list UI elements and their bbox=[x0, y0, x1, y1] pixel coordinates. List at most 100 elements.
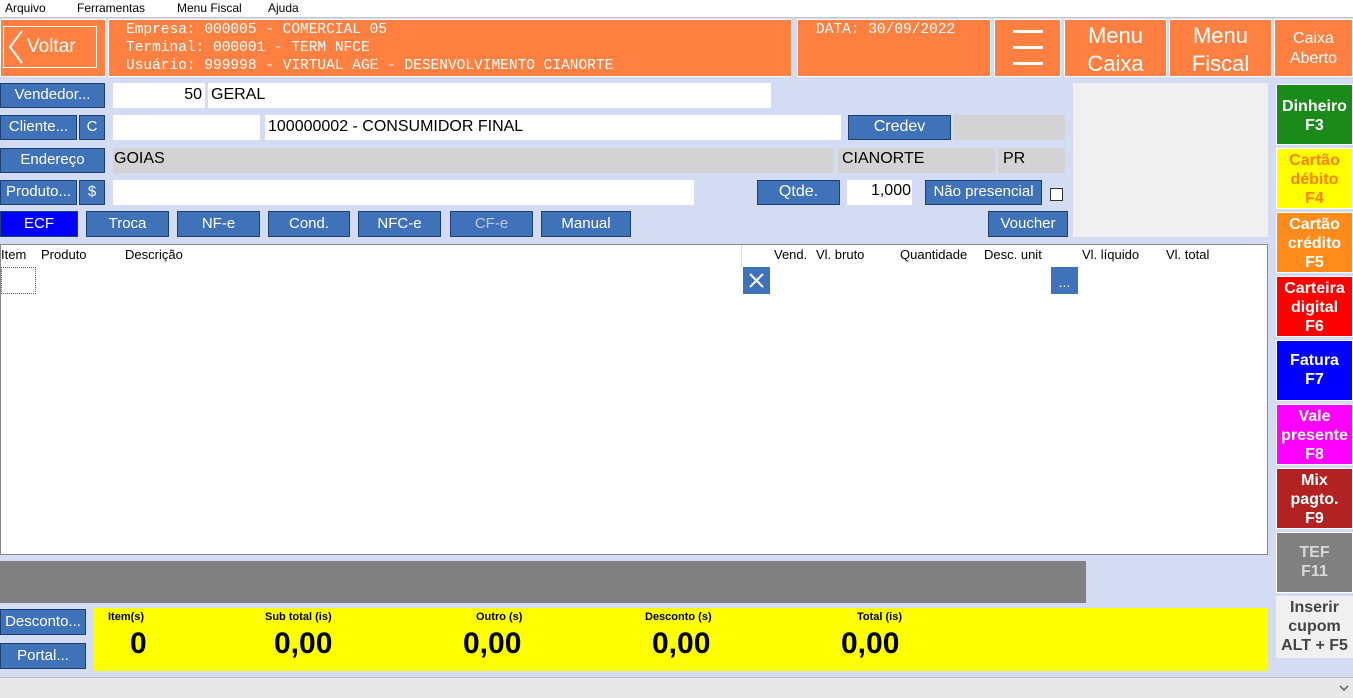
pay-vale-line3: F8 bbox=[1305, 446, 1324, 463]
delete-item-button[interactable] bbox=[743, 267, 770, 294]
nao-presencial-button[interactable]: Não presencial bbox=[925, 180, 1042, 205]
col-vl-total: Vl. total bbox=[1166, 247, 1210, 262]
date-text: DATA: 30/09/2022 bbox=[816, 22, 956, 38]
menu-caixa-button[interactable]: Menu Caixa bbox=[1064, 19, 1167, 77]
tab-nfce[interactable]: NFC-e bbox=[358, 211, 441, 237]
tab-troca[interactable]: Troca bbox=[86, 211, 169, 237]
col-quantidade: Quantidade bbox=[900, 247, 968, 262]
outro-label: Outro (s) bbox=[476, 611, 523, 623]
estado-field: GOIAS bbox=[113, 148, 833, 173]
credev-button[interactable]: Credev bbox=[848, 115, 951, 140]
inserir-cupom-line1: Inserir bbox=[1290, 599, 1339, 616]
tab-cond[interactable]: Cond. bbox=[268, 211, 350, 237]
pay-fatura-line2: F7 bbox=[1305, 371, 1324, 388]
col-vend: Vend. bbox=[774, 247, 808, 262]
menu-fiscal-button[interactable]: Menu Fiscal bbox=[1169, 19, 1272, 77]
chevron-down-icon[interactable] bbox=[1339, 684, 1349, 692]
inserir-cupom-button[interactable]: Inserir cupom ALT + F5 bbox=[1276, 596, 1353, 658]
vendedor-name-field[interactable]: GERAL bbox=[208, 83, 771, 108]
product-image-panel bbox=[1073, 83, 1268, 237]
cidade-field: CIANORTE bbox=[838, 148, 995, 173]
message-bar bbox=[0, 561, 1086, 603]
pay-debito-line3: F4 bbox=[1305, 190, 1324, 207]
produto-price-button[interactable]: $ bbox=[79, 180, 105, 205]
pay-mix-button[interactable]: Mix pagto. F9 bbox=[1276, 468, 1353, 529]
pay-tef-button[interactable]: TEF F11 bbox=[1276, 532, 1353, 593]
tab-cfe[interactable]: CF-e bbox=[450, 211, 533, 237]
back-button[interactable]: Voltar bbox=[3, 26, 97, 68]
produto-button[interactable]: Produto... bbox=[0, 180, 77, 205]
pay-credito-line1: Cartão bbox=[1289, 216, 1340, 233]
subtotal-value: 0,00 bbox=[274, 627, 333, 660]
pay-vale-line1: Vale bbox=[1298, 408, 1331, 425]
status-bar bbox=[0, 677, 1353, 698]
hamburger-icon bbox=[1013, 30, 1043, 65]
col-desc-unit: Desc. unit bbox=[984, 247, 1042, 262]
qtde-button[interactable]: Qtde. bbox=[757, 180, 840, 205]
col-divider bbox=[741, 245, 742, 267]
usuario-text: Usuário: 999998 - VIRTUAL AGE - DESENVOL… bbox=[126, 58, 614, 74]
info-panel: Empresa: 000005 - COMERCIAL 05 Terminal:… bbox=[108, 19, 792, 77]
terminal-text: Terminal: 000001 - TERM NFCE bbox=[126, 40, 370, 56]
selected-cell[interactable] bbox=[1, 267, 36, 294]
cliente-button[interactable]: Cliente... bbox=[0, 115, 77, 140]
caixa-status-line1: Caixa bbox=[1293, 30, 1334, 47]
pay-mix-line1: Mix bbox=[1301, 472, 1328, 489]
pay-dinheiro-button[interactable]: Dinheiro F3 bbox=[1276, 84, 1353, 145]
qtde-field[interactable]: 1,000 bbox=[847, 180, 912, 205]
menu-ajuda[interactable]: Ajuda bbox=[268, 1, 299, 15]
desconto-total-value: 0,00 bbox=[652, 627, 711, 660]
cliente-name-field[interactable]: 100000002 - CONSUMIDOR FINAL bbox=[265, 115, 841, 140]
menu-menu-fiscal[interactable]: Menu Fiscal bbox=[177, 1, 242, 15]
pay-carteira-button[interactable]: Carteira digital F6 bbox=[1276, 276, 1353, 337]
menu-caixa-line1: Menu bbox=[1087, 23, 1144, 48]
pay-credito-line3: F5 bbox=[1305, 254, 1324, 271]
produto-field[interactable] bbox=[113, 180, 694, 205]
endereco-button[interactable]: Endereço bbox=[0, 148, 105, 173]
col-produto: Produto bbox=[41, 247, 87, 262]
outro-value: 0,00 bbox=[463, 627, 522, 660]
pay-credito-line2: crédito bbox=[1287, 235, 1342, 252]
nao-presencial-checkbox[interactable] bbox=[1050, 188, 1063, 201]
pay-vale-line2: presente bbox=[1281, 427, 1348, 444]
close-icon bbox=[749, 273, 764, 288]
caixa-status-line2: Aberto bbox=[1289, 50, 1338, 67]
tab-ecf[interactable]: ECF bbox=[0, 211, 78, 237]
vendedor-button[interactable]: Vendedor... bbox=[0, 83, 105, 108]
hamburger-button[interactable] bbox=[994, 19, 1061, 77]
items-grid[interactable]: Item Produto Descrição Vend. Vl. bruto Q… bbox=[0, 244, 1268, 555]
desconto-button[interactable]: Desconto... bbox=[0, 609, 86, 635]
tab-nfe[interactable]: NF-e bbox=[177, 211, 260, 237]
more-button[interactable]: ... bbox=[1051, 267, 1078, 294]
vendedor-code-field[interactable]: 50 bbox=[113, 83, 205, 108]
pay-fatura-button[interactable]: Fatura F7 bbox=[1276, 340, 1353, 401]
pay-credito-button[interactable]: Cartão crédito F5 bbox=[1276, 212, 1353, 273]
items-label: Item(s) bbox=[108, 611, 145, 623]
menu-fiscal-line2: Fiscal bbox=[1191, 51, 1250, 76]
caixa-status: Caixa Aberto bbox=[1274, 19, 1353, 77]
pay-debito-button[interactable]: Cartão débito F4 bbox=[1276, 148, 1353, 209]
cliente-code-field[interactable] bbox=[113, 115, 260, 140]
pay-vale-button[interactable]: Vale presente F8 bbox=[1276, 404, 1353, 465]
col-descricao: Descrição bbox=[125, 247, 183, 262]
menu-fiscal-line1: Menu bbox=[1192, 23, 1249, 48]
voucher-button[interactable]: Voucher bbox=[988, 211, 1068, 237]
col-item: Item bbox=[1, 247, 27, 262]
pay-tef-line1: TEF bbox=[1299, 544, 1330, 561]
menu-arquivo[interactable]: Arquivo bbox=[5, 1, 46, 15]
col-vl-liquido: Vl. líquido bbox=[1082, 247, 1140, 262]
date-panel: DATA: 30/09/2022 bbox=[797, 19, 991, 77]
menu-ferramentas[interactable]: Ferramentas bbox=[77, 1, 145, 15]
menu-bar: Arquivo Ferramentas Menu Fiscal Ajuda bbox=[0, 0, 1353, 18]
pay-fatura-line1: Fatura bbox=[1290, 352, 1339, 369]
tab-manual[interactable]: Manual bbox=[541, 211, 631, 237]
pay-debito-line1: Cartão bbox=[1289, 152, 1340, 169]
pay-mix-line2: pagto. bbox=[1290, 491, 1339, 508]
items-value: 0 bbox=[130, 627, 147, 660]
desconto-total-label: Desconto (s) bbox=[645, 611, 712, 623]
pay-carteira-line1: Carteira bbox=[1284, 280, 1345, 297]
portal-button[interactable]: Portal... bbox=[0, 643, 86, 669]
pay-tef-line2: F11 bbox=[1301, 563, 1328, 580]
cliente-c-button[interactable]: C bbox=[79, 115, 105, 140]
subtotal-label: Sub total (is) bbox=[265, 611, 332, 623]
